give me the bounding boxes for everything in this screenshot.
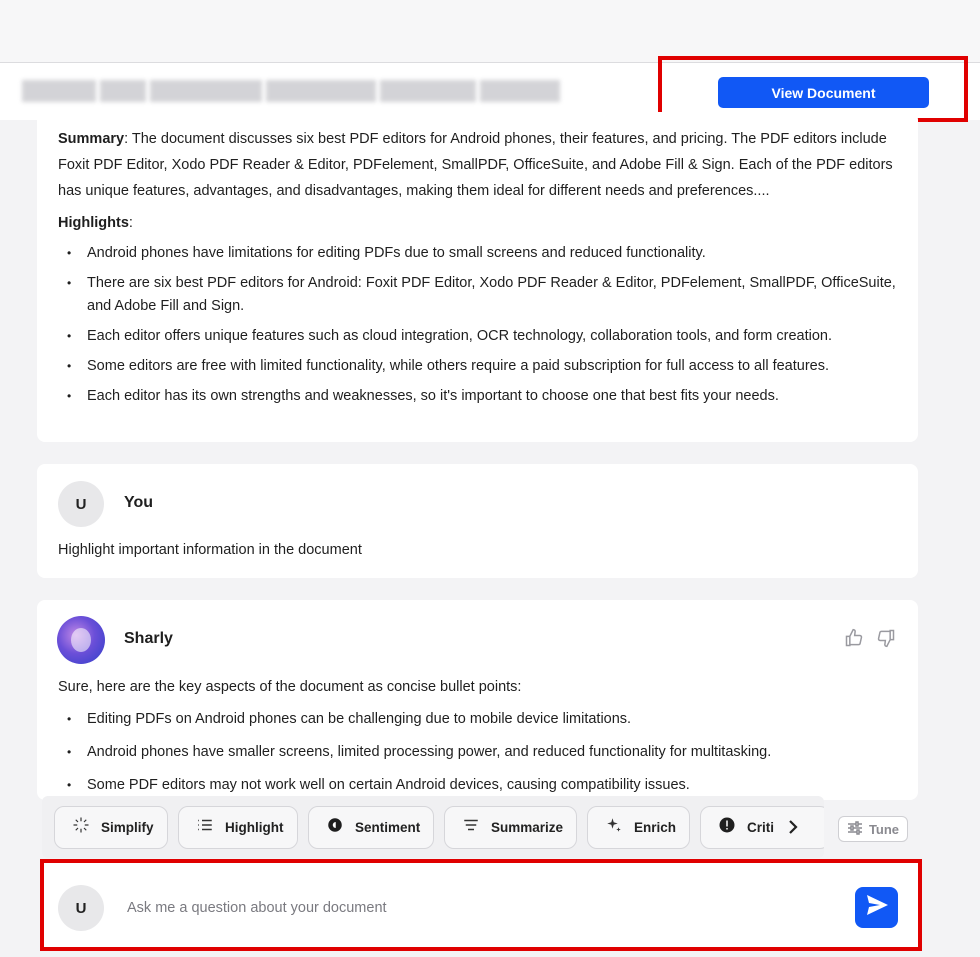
- thumbs-up-icon[interactable]: [843, 628, 865, 650]
- highlights-colon: :: [128, 215, 133, 231]
- summary-card: Summary: The document discusses six best…: [37, 112, 918, 442]
- sharly-bullet-list: Editing PDFs on Android phones can be ch…: [58, 708, 898, 797]
- user-message-text: Highlight important information in the d…: [58, 542, 362, 558]
- sparkle-burst-icon: [71, 816, 91, 839]
- sharly-avatar: [57, 616, 105, 664]
- chip-label: Highlight: [225, 820, 284, 835]
- list-icon: [195, 816, 215, 839]
- chip-highlight[interactable]: Highlight: [178, 806, 298, 849]
- user-avatar: U: [58, 481, 104, 527]
- user-message-card: U You Highlight important information in…: [37, 464, 918, 578]
- highlights-label: Highlights: [58, 215, 129, 231]
- list-item: Android phones have limitations for edit…: [58, 242, 897, 265]
- chip-simplify[interactable]: Simplify: [54, 806, 168, 849]
- sharly-intro: Sure, here are the key aspects of the do…: [58, 679, 522, 695]
- top-band: [0, 0, 980, 63]
- chevron-right-icon[interactable]: [786, 818, 804, 838]
- highlights-heading: Highlights:: [58, 210, 897, 236]
- summary-paragraph: Summary: The document discusses six best…: [58, 126, 897, 204]
- chip-label: Simplify: [101, 820, 154, 835]
- chip-critique[interactable]: Criti: [700, 806, 824, 849]
- quick-action-bar: Simplify Highlight Sentiment Summarize E…: [42, 796, 824, 858]
- alert-circle-icon: [717, 816, 737, 839]
- sharly-message-card: Sharly Sure, here are the key aspects of…: [37, 600, 918, 800]
- view-document-button[interactable]: View Document: [718, 77, 929, 108]
- blurred-document-title: [22, 76, 578, 106]
- chip-label: Criti: [747, 820, 774, 835]
- list-item: Some PDF editors may not work well on ce…: [58, 774, 898, 797]
- chip-sentiment[interactable]: Sentiment: [308, 806, 434, 849]
- chip-label: Enrich: [634, 820, 677, 835]
- chip-label: Summarize: [491, 820, 564, 835]
- summary-label: Summary: [58, 131, 125, 147]
- tune-button[interactable]: Tune: [838, 816, 908, 842]
- list-item: Android phones have smaller screens, lim…: [58, 741, 898, 764]
- sharly-message-body: Sure, here are the key aspects of the do…: [58, 676, 898, 800]
- list-item: Some editors are free with limited funct…: [58, 355, 897, 378]
- list-item: There are six best PDF editors for Andro…: [58, 272, 897, 318]
- send-icon: [865, 894, 889, 921]
- list-item: Each editor offers unique features such …: [58, 325, 897, 348]
- list-item: Editing PDFs on Android phones can be ch…: [58, 708, 898, 731]
- composer-avatar: U: [58, 885, 104, 931]
- chip-enrich[interactable]: Enrich: [587, 806, 690, 849]
- moon-icon: [325, 816, 345, 839]
- sparkles-icon: [604, 816, 624, 839]
- tune-label: Tune: [868, 821, 900, 837]
- thumbs-down-icon[interactable]: [875, 628, 897, 650]
- sliders-icon: [847, 820, 863, 838]
- chip-label: Sentiment: [355, 820, 421, 835]
- summary-lines-icon: [461, 816, 481, 839]
- highlights-list: Android phones have limitations for edit…: [58, 242, 897, 408]
- summary-text: : The document discusses six best PDF ed…: [58, 131, 893, 199]
- user-name: You: [124, 494, 154, 511]
- question-input[interactable]: [127, 896, 827, 920]
- send-button[interactable]: [855, 887, 898, 928]
- sharly-name: Sharly: [124, 630, 173, 647]
- chip-summarize[interactable]: Summarize: [444, 806, 577, 849]
- list-item: Each editor has its own strengths and we…: [58, 385, 897, 408]
